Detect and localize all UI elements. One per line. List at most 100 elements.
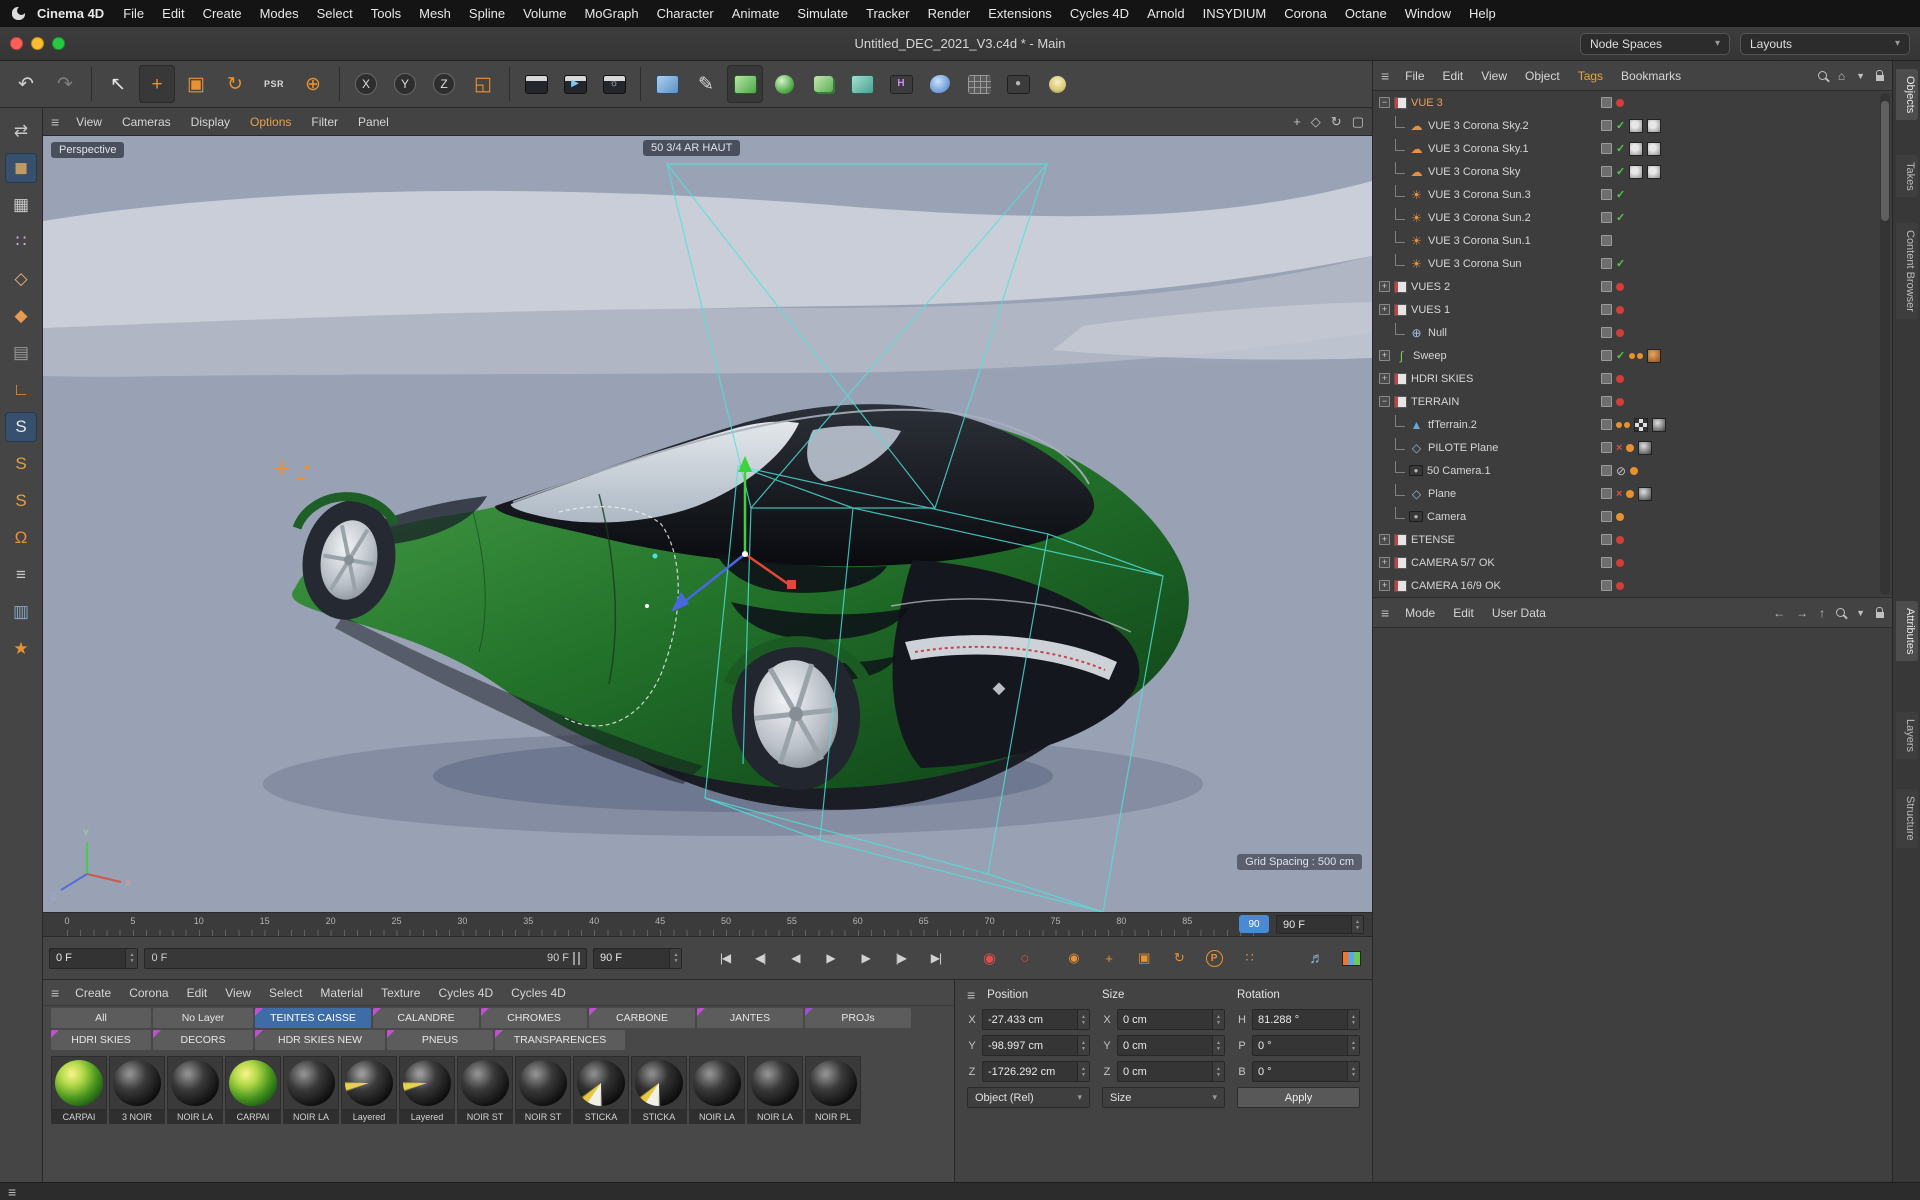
thumb-sphere-icon[interactable]: [1638, 487, 1652, 501]
material-menu-material-5[interactable]: Material: [312, 984, 371, 1002]
tag-dot-icon[interactable]: [1626, 490, 1634, 498]
edit-toggle-icon[interactable]: [1601, 442, 1612, 453]
enabled-check-icon[interactable]: ✓: [1616, 211, 1625, 224]
redo-button[interactable]: ↷: [47, 65, 83, 103]
previous-key-button[interactable]: ◀|: [746, 944, 775, 972]
edit-toggle-icon[interactable]: [1601, 488, 1612, 499]
menubar-item-modes[interactable]: Modes: [251, 3, 308, 24]
object-row-vue-3-corona-sky-1[interactable]: ☁VUE 3 Corona Sky.1✓: [1373, 137, 1892, 160]
polygons-mode-button[interactable]: ◆: [5, 301, 37, 331]
layer-tab-chromes[interactable]: CHROMES: [481, 1008, 587, 1028]
object-row-vue-3-corona-sky-2[interactable]: ☁VUE 3 Corona Sky.2✓: [1373, 114, 1892, 137]
add-cube-object-button[interactable]: [649, 65, 685, 103]
viewport-3d[interactable]: Y X Z Perspective 50 3/4 AR HAUT Grid Sp…: [43, 136, 1372, 912]
layer-stack-button[interactable]: ≡: [5, 560, 37, 590]
next-key-button[interactable]: |▶: [886, 944, 915, 972]
menubar-item-extensions[interactable]: Extensions: [979, 3, 1061, 24]
object-menu-view[interactable]: View: [1473, 67, 1515, 85]
light-object-button[interactable]: [1039, 65, 1075, 103]
filter-icon[interactable]: ▼: [1856, 608, 1865, 618]
layer-tab-transparences[interactable]: TRANSPARENCES: [495, 1030, 625, 1050]
camera-object-button[interactable]: ●: [1000, 65, 1036, 103]
object-menu-edit[interactable]: Edit: [1435, 67, 1472, 85]
expander-icon[interactable]: +: [1379, 534, 1390, 545]
layer-tab-pneus[interactable]: PNEUS: [387, 1030, 493, 1050]
render-picture-viewer-button[interactable]: ▶: [557, 65, 593, 103]
edit-toggle-icon[interactable]: [1601, 534, 1612, 545]
display-mode-button[interactable]: ▥: [5, 597, 37, 627]
zoom-view-icon[interactable]: ◇: [1311, 114, 1321, 130]
tag-dots-icon[interactable]: [1616, 422, 1630, 428]
filter-icon[interactable]: ▼: [1856, 71, 1865, 81]
menubar-item-select[interactable]: Select: [308, 3, 362, 24]
scale-tool-button[interactable]: ▣: [178, 65, 214, 103]
lock-y-axis-button[interactable]: Y: [387, 65, 423, 103]
back-icon[interactable]: ←: [1773, 606, 1785, 620]
magnet-tool-button[interactable]: Ω: [5, 523, 37, 553]
thumb-cloud-icon[interactable]: [1647, 119, 1661, 133]
object-menu-bookmarks[interactable]: Bookmarks: [1613, 67, 1689, 85]
attribute-menu-user-data[interactable]: User Data: [1484, 604, 1554, 622]
undo-button[interactable]: ↶: [8, 65, 44, 103]
start-frame-field[interactable]: 0 F▲▼: [49, 948, 138, 969]
expander-icon[interactable]: +: [1379, 304, 1390, 315]
up-icon[interactable]: ↑: [1819, 606, 1825, 620]
material-item[interactable]: STICKA: [631, 1056, 687, 1124]
visibility-dot-icon[interactable]: [1616, 329, 1624, 337]
layer-tab-no-layer[interactable]: No Layer: [153, 1008, 253, 1028]
expander-icon[interactable]: +: [1379, 580, 1390, 591]
menubar-item-octane[interactable]: Octane: [1336, 3, 1396, 24]
material-menu-icon[interactable]: ≡: [51, 985, 59, 1001]
object-row-hdri-skies[interactable]: +HDRI SKIES: [1373, 367, 1892, 390]
thumb-cloud-icon[interactable]: [1629, 142, 1643, 156]
edit-toggle-icon[interactable]: [1601, 580, 1612, 591]
lock-x-axis-button[interactable]: X: [348, 65, 384, 103]
material-menu-corona-1[interactable]: Corona: [121, 984, 176, 1002]
scrollbar-thumb[interactable]: [1881, 101, 1889, 221]
range-handle[interactable]: [573, 952, 580, 965]
visibility-dot-icon[interactable]: [1616, 375, 1624, 383]
menubar-item-tracker[interactable]: Tracker: [857, 3, 919, 24]
edit-toggle-icon[interactable]: [1601, 327, 1612, 338]
menubar-item-tools[interactable]: Tools: [362, 3, 410, 24]
search-icon[interactable]: [1836, 608, 1845, 617]
forward-icon[interactable]: →: [1796, 606, 1808, 620]
material-menu-select-4[interactable]: Select: [261, 984, 310, 1002]
record-keyframe-button[interactable]: ◉: [975, 944, 1004, 972]
visibility-dot-icon[interactable]: [1616, 582, 1624, 590]
edit-toggle-icon[interactable]: [1601, 97, 1612, 108]
coord-field-size-y[interactable]: 0 cm▲▼: [1117, 1035, 1225, 1056]
edit-toggle-icon[interactable]: [1601, 465, 1612, 476]
material-item[interactable]: NOIR LA: [689, 1056, 745, 1124]
object-row-vue-3-corona-sun[interactable]: ☀VUE 3 Corona Sun✓: [1373, 252, 1892, 275]
modeling-axis-tool-button[interactable]: ⊕: [295, 65, 331, 103]
edit-toggle-icon[interactable]: [1601, 120, 1612, 131]
move-tool-button[interactable]: +: [139, 65, 175, 103]
menubar-item-character[interactable]: Character: [648, 3, 723, 24]
object-row-tfterrain-2[interactable]: ▲tfTerrain.2: [1373, 413, 1892, 436]
lock-icon[interactable]: [1876, 75, 1884, 81]
menubar-item-render[interactable]: Render: [919, 3, 980, 24]
thumb-sphere-icon[interactable]: [1652, 418, 1666, 432]
thumb-sphere-icon[interactable]: [1638, 441, 1652, 455]
material-item[interactable]: Layered: [399, 1056, 455, 1124]
edit-toggle-icon[interactable]: [1601, 396, 1612, 407]
panel-tab-takes[interactable]: Takes: [1896, 155, 1918, 198]
object-row-vue-3-corona-sun-3[interactable]: ☀VUE 3 Corona Sun.3✓: [1373, 183, 1892, 206]
menubar-item-mesh[interactable]: Mesh: [410, 3, 460, 24]
size-mode-dropdown[interactable]: Size▾: [1102, 1087, 1225, 1108]
attribute-menu-mode[interactable]: Mode: [1397, 604, 1443, 622]
enabled-check-icon[interactable]: ✓: [1616, 142, 1625, 155]
edit-toggle-icon[interactable]: [1601, 258, 1612, 269]
thumb-checker-icon[interactable]: [1634, 418, 1648, 432]
object-row-etense[interactable]: +ETENSE: [1373, 528, 1892, 551]
edit-toggle-icon[interactable]: [1601, 557, 1612, 568]
visibility-dot-icon[interactable]: [1616, 99, 1624, 107]
preview-range-bar[interactable]: 0 F90 F: [144, 948, 587, 969]
key-position-button[interactable]: +: [1094, 944, 1123, 972]
tree-scrollbar[interactable]: [1880, 93, 1890, 595]
enabled-check-icon[interactable]: ✓: [1616, 257, 1625, 270]
panel-tab-layers[interactable]: Layers: [1896, 712, 1918, 759]
simulation-object-button[interactable]: [844, 65, 880, 103]
menubar-item-animate[interactable]: Animate: [723, 3, 789, 24]
